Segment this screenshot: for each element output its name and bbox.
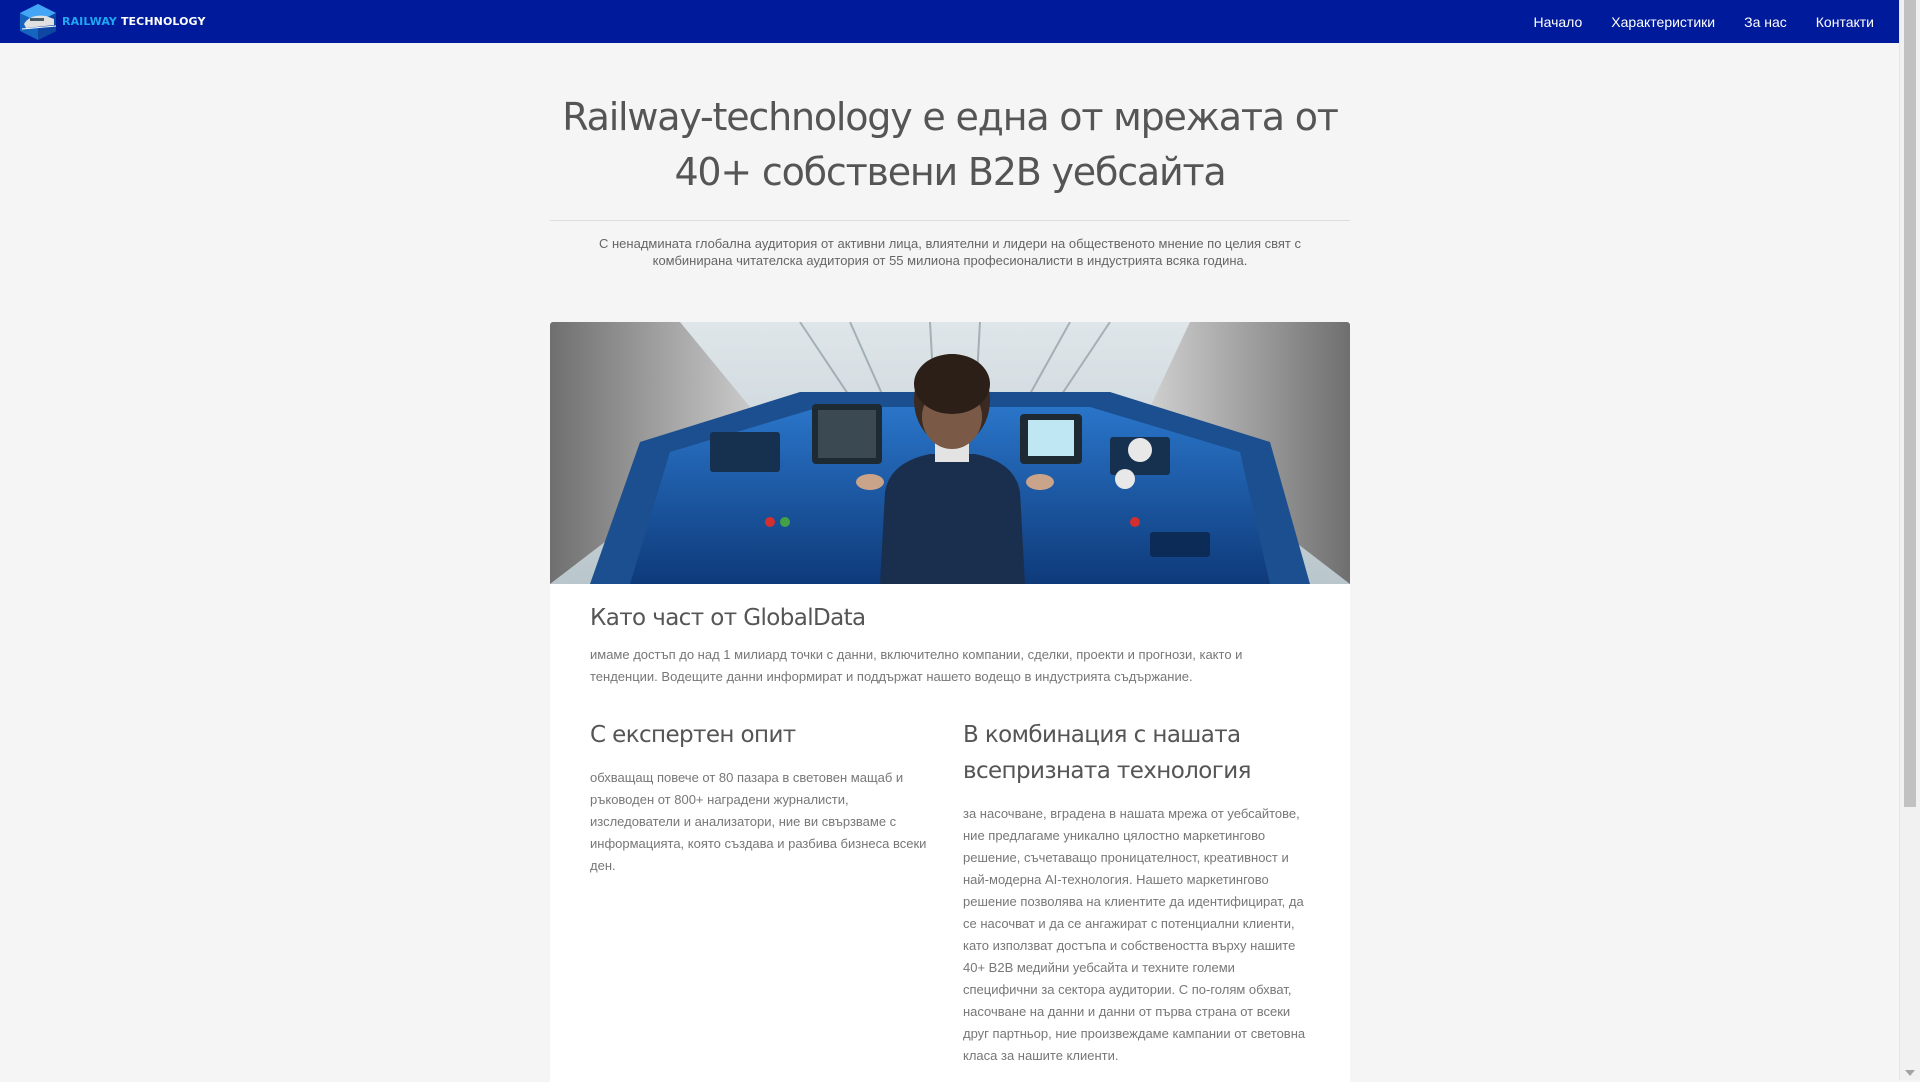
page-title: Railway-technology е една от мрежата от … [562,95,1339,194]
train-driver-cabin-photo [550,322,1350,584]
section-heading: С експертен опит [590,722,796,748]
nav-link-features[interactable]: Характеристики [1611,14,1715,30]
section-globaldata: Като част от GlobalData имаме достъп до … [590,602,1310,688]
brand-name-railway: RAILWAY [62,15,117,28]
hero-subtitle: С ненадмината глобална аудитория от акти… [599,236,1301,268]
nav-link-home[interactable]: Начало [1534,14,1583,30]
brand-logo-link[interactable]: RAILWAY TECHNOLOGY [16,0,206,43]
section-text: за насочване, вградена в нашата мрежа от… [963,806,1306,1063]
section-expertise: С експертен опит обхващащ повече от 80 п… [590,717,930,877]
train-cube-logo-icon [20,3,57,40]
scroll-down-arrow-icon[interactable] [1905,1070,1915,1076]
content-card: Като част от GlobalData имаме достъп до … [550,322,1350,1082]
hero-section: Railway-technology е една от мрежата от … [550,90,1350,269]
top-navbar: RAILWAY TECHNOLOGY Начало Характеристики… [0,0,1899,43]
section-heading: Като част от GlobalData [590,605,866,631]
brand-name: RAILWAY TECHNOLOGY [62,15,206,28]
section-heading: В комбинация с нашата всепризната технол… [963,722,1251,784]
page-scrollbar[interactable] [1899,0,1920,1080]
section-text: обхващащ повече от 80 пазара в световен … [590,770,927,873]
nav-link-about[interactable]: За нас [1744,14,1787,30]
brand-name-technology: TECHNOLOGY [120,15,206,28]
scrollbar-thumb[interactable] [1904,0,1916,807]
hero-divider [550,220,1350,221]
section-text: имаме достъп до над 1 милиард точки с да… [590,647,1243,684]
nav-link-contacts[interactable]: Контакти [1816,14,1874,30]
section-technology: В комбинация с нашата всепризната технол… [963,717,1313,1067]
nav-menu: Начало Характеристики За нас Контакти [1505,0,1874,43]
